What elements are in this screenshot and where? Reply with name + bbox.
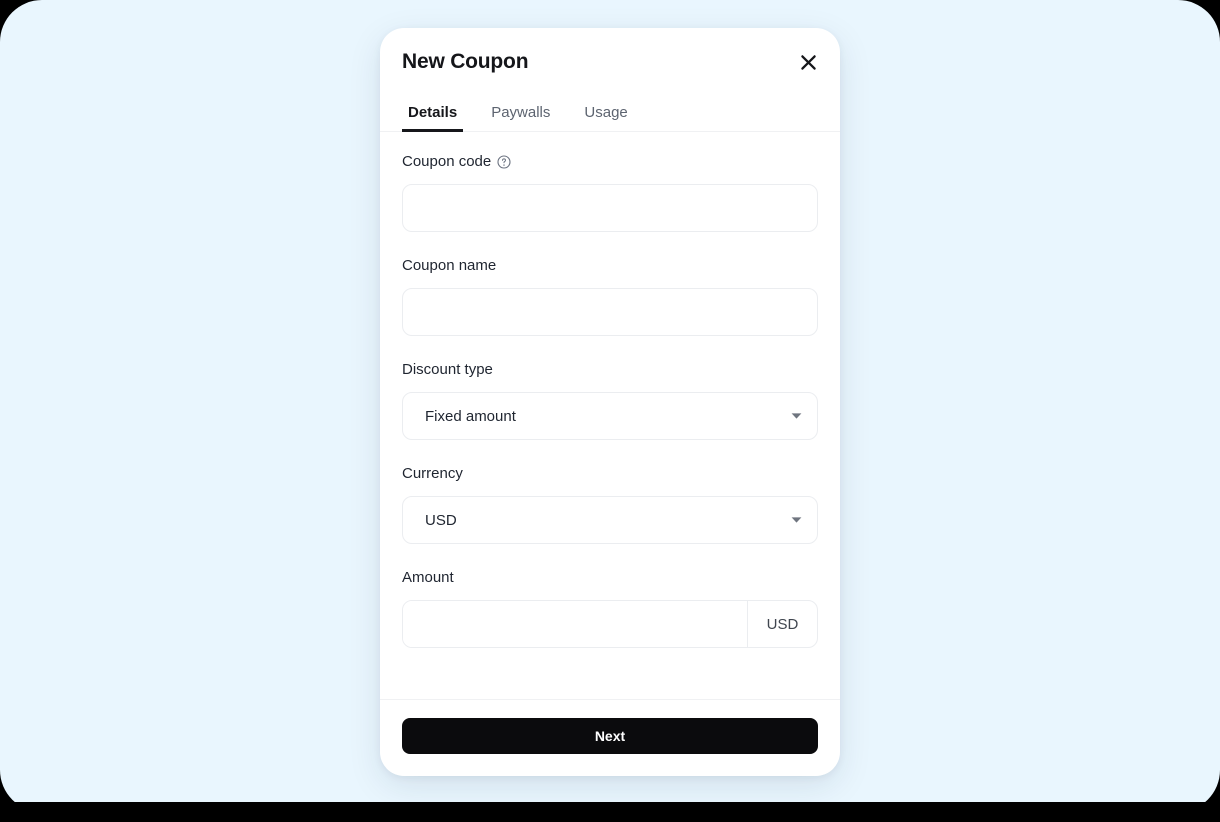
currency-select-wrap: USD (402, 496, 818, 544)
next-button[interactable]: Next (402, 718, 818, 754)
field-coupon-name: Coupon name (402, 256, 818, 336)
bottom-noise-strip (0, 802, 1220, 822)
amount-currency-suffix: USD (747, 601, 817, 647)
coupon-name-input[interactable] (402, 288, 818, 336)
help-circle-icon[interactable] (497, 155, 511, 169)
modal-tabs: Details Paywalls Usage (380, 76, 840, 132)
amount-input-row: USD (402, 600, 818, 648)
amount-label: Amount (402, 568, 818, 588)
coupon-name-label: Coupon name (402, 256, 818, 276)
amount-label-text: Amount (402, 569, 454, 586)
modal-body: Coupon code Coupon name Discount type Fi… (380, 132, 840, 699)
coupon-code-label: Coupon code (402, 152, 818, 172)
modal-footer: Next (380, 699, 840, 776)
modal-header: New Coupon (380, 28, 840, 76)
coupon-code-input[interactable] (402, 184, 818, 232)
discount-type-select-wrap: Fixed amount (402, 392, 818, 440)
page-title: New Coupon (402, 50, 529, 73)
discount-type-label-text: Discount type (402, 361, 493, 378)
close-button[interactable] (793, 47, 823, 77)
field-currency: Currency USD (402, 464, 818, 544)
currency-label: Currency (402, 464, 818, 484)
currency-select[interactable]: USD (402, 496, 818, 544)
page-background: New Coupon Details Paywalls Usage Coupon… (0, 0, 1220, 812)
tab-paywalls[interactable]: Paywalls (485, 102, 556, 132)
discount-type-select[interactable]: Fixed amount (402, 392, 818, 440)
discount-type-label: Discount type (402, 360, 818, 380)
tab-usage[interactable]: Usage (578, 102, 633, 132)
field-discount-type: Discount type Fixed amount (402, 360, 818, 440)
coupon-code-label-text: Coupon code (402, 153, 492, 170)
close-icon (800, 54, 817, 71)
currency-label-text: Currency (402, 465, 463, 482)
coupon-name-label-text: Coupon name (402, 257, 497, 274)
field-amount: Amount USD (402, 568, 818, 648)
field-coupon-code: Coupon code (402, 152, 818, 232)
new-coupon-modal: New Coupon Details Paywalls Usage Coupon… (380, 28, 840, 776)
tab-details[interactable]: Details (402, 102, 464, 132)
amount-input[interactable] (403, 601, 747, 647)
